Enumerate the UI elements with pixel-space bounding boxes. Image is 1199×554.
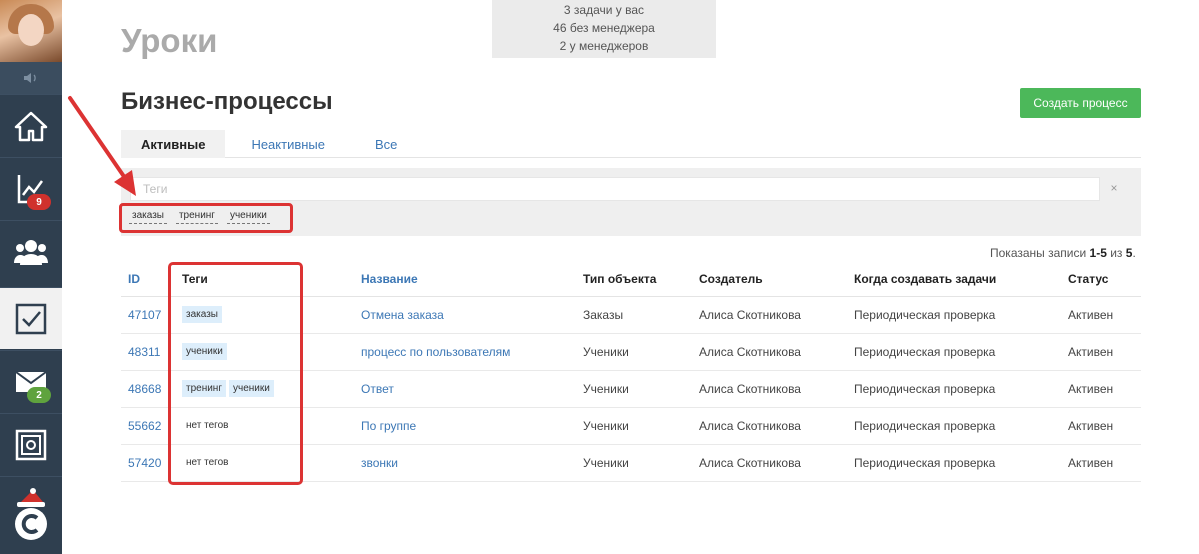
mail-badge: 2 [27,387,51,403]
checkbox-icon [15,303,47,334]
home-icon [14,111,48,141]
tasks-yours[interactable]: 3 задачи у вас [492,1,716,19]
row-id-link[interactable]: 48668 [121,370,174,408]
row-type: Ученики [583,444,699,482]
row-status: Активен [1068,444,1141,482]
tab-inactive[interactable]: Неактивные [231,130,345,158]
column-when: Когда создавать задачи [854,262,1068,297]
create-process-button[interactable]: Создать процесс [1020,88,1141,118]
page-heading: Уроки [121,22,218,59]
tag-search-input[interactable] [130,177,1100,201]
sidebar-item-users[interactable] [0,220,62,282]
row-id-link[interactable]: 55662 [121,407,174,445]
row-name-link[interactable]: По группе [361,407,583,445]
logo-icon [15,487,47,540]
row-type: Ученики [583,370,699,408]
row-name-link[interactable]: Отмена заказа [361,296,583,334]
row-name-link[interactable]: Ответ [361,370,583,408]
row-creator: Алиса Скотникова [699,296,854,334]
page-title: Бизнес-процессы [121,88,333,115]
sidebar: 9 2 [0,0,62,554]
row-id-link[interactable]: 48311 [121,333,174,371]
row-status: Активен [1068,370,1141,408]
users-icon [14,239,48,265]
column-id[interactable]: ID [121,262,174,297]
row-type: Ученики [583,407,699,445]
tab-active[interactable]: Активные [121,130,226,158]
column-creator: Создатель [699,262,854,297]
column-name[interactable]: Название [361,262,583,297]
tags-column-highlight [168,262,303,485]
row-creator: Алиса Скотникова [699,370,854,408]
sidebar-item-reports[interactable]: 9 [0,157,62,219]
row-status: Активен [1068,407,1141,445]
tabs: Активные Неактивные Все [121,130,1141,158]
row-status: Активен [1068,333,1141,371]
tasks-no-manager[interactable]: 46 без менеджера [492,19,716,37]
row-id-link[interactable]: 47107 [121,296,174,334]
row-when: Периодическая проверка [854,444,1068,482]
row-id-link[interactable]: 57420 [121,444,174,482]
sidebar-item-mail[interactable]: 2 [0,350,62,412]
row-creator: Алиса Скотникова [699,444,854,482]
column-type: Тип объекта [583,262,699,297]
sidebar-item-safe[interactable] [0,413,62,475]
row-when: Периодическая проверка [854,296,1068,334]
records-count: Показаны записи 1-5 из 5. [990,246,1136,260]
row-when: Периодическая проверка [854,407,1068,445]
row-type: Заказы [583,296,699,334]
task-counter-box[interactable]: 3 задачи у вас 46 без менеджера 2 у мене… [492,0,716,58]
column-status: Статус [1068,262,1141,297]
row-name-link[interactable]: звонки [361,444,583,482]
row-when: Периодическая проверка [854,333,1068,371]
tab-all[interactable]: Все [355,130,417,158]
row-status: Активен [1068,296,1141,334]
tag-filter-highlight [119,203,293,233]
row-name-link[interactable]: процесс по пользователям [361,333,583,371]
row-type: Ученики [583,333,699,371]
avatar[interactable] [0,0,62,62]
sidebar-item-home[interactable] [0,94,62,156]
safe-icon [15,429,47,460]
row-creator: Алиса Скотникова [699,407,854,445]
row-when: Периодическая проверка [854,370,1068,408]
clear-icon[interactable]: × [1104,178,1124,198]
row-creator: Алиса Скотникова [699,333,854,371]
sidebar-item-tasks[interactable] [0,287,62,349]
reports-badge: 9 [27,194,51,210]
sidebar-item-logo[interactable] [0,476,62,554]
tasks-managers[interactable]: 2 у менеджеров [492,37,716,55]
sound-icon[interactable] [0,62,62,94]
